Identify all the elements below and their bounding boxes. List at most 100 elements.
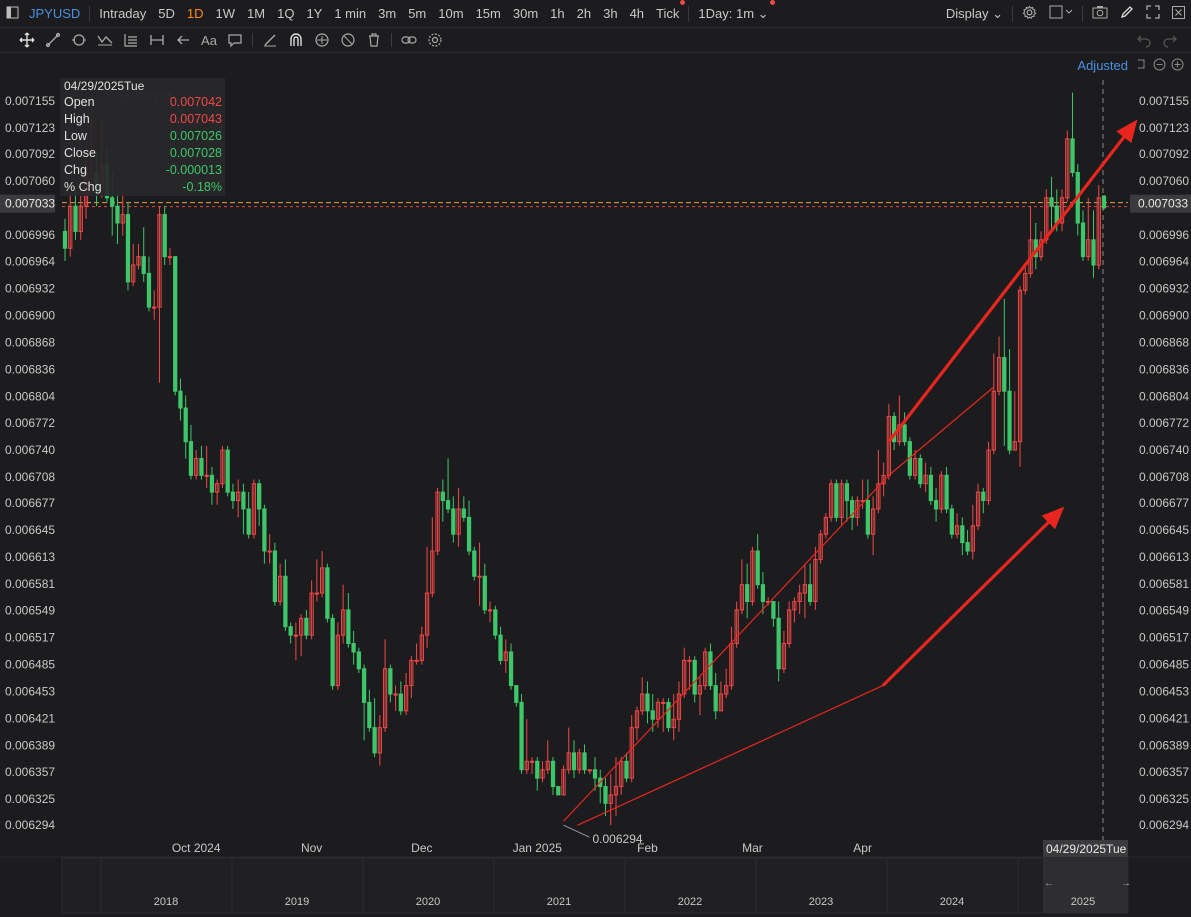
camera-icon[interactable] [1086,5,1114,22]
candle-body [167,256,173,259]
timeframe-5d[interactable]: 5D [152,6,181,21]
timeframe-1h[interactable]: 1h [544,6,570,21]
candle-body [445,500,451,510]
zoom-in-icon[interactable] [1171,58,1184,74]
candle-body [624,760,629,779]
candle-body [272,550,278,602]
candle-body [267,550,272,553]
drawing-settings-icon[interactable] [422,29,448,51]
zoom-out-icon[interactable] [1153,58,1166,74]
timeframe-1-min[interactable]: 1 min [328,6,372,21]
x-tick-label: Dec [411,841,432,855]
candle-body [1101,195,1107,209]
candle-body [414,659,419,662]
timeframe-1w[interactable]: 1W [210,6,242,21]
candle-body [556,786,561,796]
trash-icon[interactable] [361,29,387,51]
candle-body [514,685,519,703]
y-tick-label-right: 0.007092 [1139,147,1189,161]
candle-body [330,617,335,687]
y-tick-label-left: 0.006581 [5,577,55,591]
link-icon[interactable] [396,29,422,51]
candle-body [204,474,209,477]
top-bar: JPYUSD Intraday 5D 1D 1W 1M 1Q 1Y 1 min 3m 5m 10m 1… [0,0,1191,28]
candle-body [933,500,939,510]
fibonacci-icon[interactable] [118,29,144,51]
timeframe-2h[interactable]: 2h [571,6,597,21]
close-icon[interactable] [1166,5,1191,22]
candle-body [125,214,131,283]
arrow-tool-icon[interactable] [170,29,196,51]
navigator-year-label: 2020 [416,896,440,908]
ohlc-label: Chg [64,163,87,177]
chart-type-icon[interactable] [0,6,23,22]
divider [391,33,392,47]
timeframe-tick[interactable]: Tick [650,0,686,21]
timeframe-1q[interactable]: 1Q [271,6,300,21]
note-icon[interactable] [222,29,248,51]
candle-body [162,214,167,258]
cycle-tool-icon[interactable] [66,29,92,51]
timeframe-intraday[interactable]: Intraday [93,6,152,21]
timeframe-3h[interactable]: 3h [597,6,623,21]
hide-drawings-icon[interactable] [335,29,361,51]
text-tool-icon[interactable]: Aa [196,29,222,51]
timeframe-30m[interactable]: 30m [507,6,544,21]
y-tick-label-right: 0.006485 [1139,658,1189,672]
candle-body [288,626,293,636]
timeframe-10m[interactable]: 10m [432,6,469,21]
eraser-line-icon[interactable] [257,29,283,51]
y-tick-label-right: 0.006804 [1139,389,1189,403]
candle-body [692,659,697,695]
candle-body [603,786,608,804]
x-tick-label: Nov [301,841,322,855]
y-tick-label-right: 0.006421 [1139,711,1189,725]
timeframe-1m[interactable]: 1M [241,6,271,21]
candle-body [209,474,215,493]
undo-icon[interactable] [1131,29,1157,51]
ohlc-value: 0.007026 [169,129,222,143]
timeframe-1d[interactable]: 1D [181,6,210,21]
pencil-icon[interactable] [1114,5,1140,22]
y-tick-label-right: 0.006389 [1139,738,1189,752]
candle-body [960,525,965,544]
y-tick-label-left: 0.006485 [5,658,55,672]
fullscreen-icon[interactable] [1140,5,1166,22]
crosshair-icon[interactable] [14,29,40,51]
y-tick-label-right: 0.006708 [1139,470,1189,484]
y-tick-label-left: 0.007155 [5,94,55,108]
interval-select[interactable]: 1Day: 1m ⌄ [692,0,775,22]
y-tick-label-right: 0.006517 [1139,631,1189,645]
timeframe-1y[interactable]: 1Y [300,6,328,21]
settings-icon[interactable] [1016,5,1043,23]
candle-body [472,550,477,577]
lock-drawings-icon[interactable] [309,29,335,51]
timeframe-3m[interactable]: 3m [372,6,402,21]
timeframe-4h[interactable]: 4h [624,6,650,21]
candle-body [493,609,498,636]
candle-body [257,483,262,510]
magnet-icon[interactable] [283,29,309,51]
y-tick-label-right: 0.006868 [1139,335,1189,349]
timeframe-15m[interactable]: 15m [470,6,507,21]
candle-body [461,508,466,518]
trendline-icon[interactable] [40,29,66,51]
redo-icon[interactable] [1157,29,1183,51]
y-tick-label-right: 0.006357 [1139,765,1189,779]
symbol-label[interactable]: JPYUSD [23,6,86,21]
layout-select-icon[interactable] [1043,5,1079,22]
reset-icon[interactable] [1135,58,1147,73]
ohlc-row-close: Close 0.007028 [60,145,225,162]
pattern-icon[interactable] [92,29,118,51]
candle-body [246,508,251,535]
candle-body [146,272,152,308]
measure-icon[interactable] [144,29,170,51]
candle-body [283,575,288,628]
display-dropdown[interactable]: Display ⌄ [940,6,1009,22]
candle-body [498,634,503,661]
candle-body [293,634,299,637]
y-tick-label-left: 0.006453 [5,684,55,698]
adjusted-toggle[interactable]: Adjusted [1077,58,1128,73]
timeframe-5m[interactable]: 5m [402,6,432,21]
divider [1012,5,1013,22]
